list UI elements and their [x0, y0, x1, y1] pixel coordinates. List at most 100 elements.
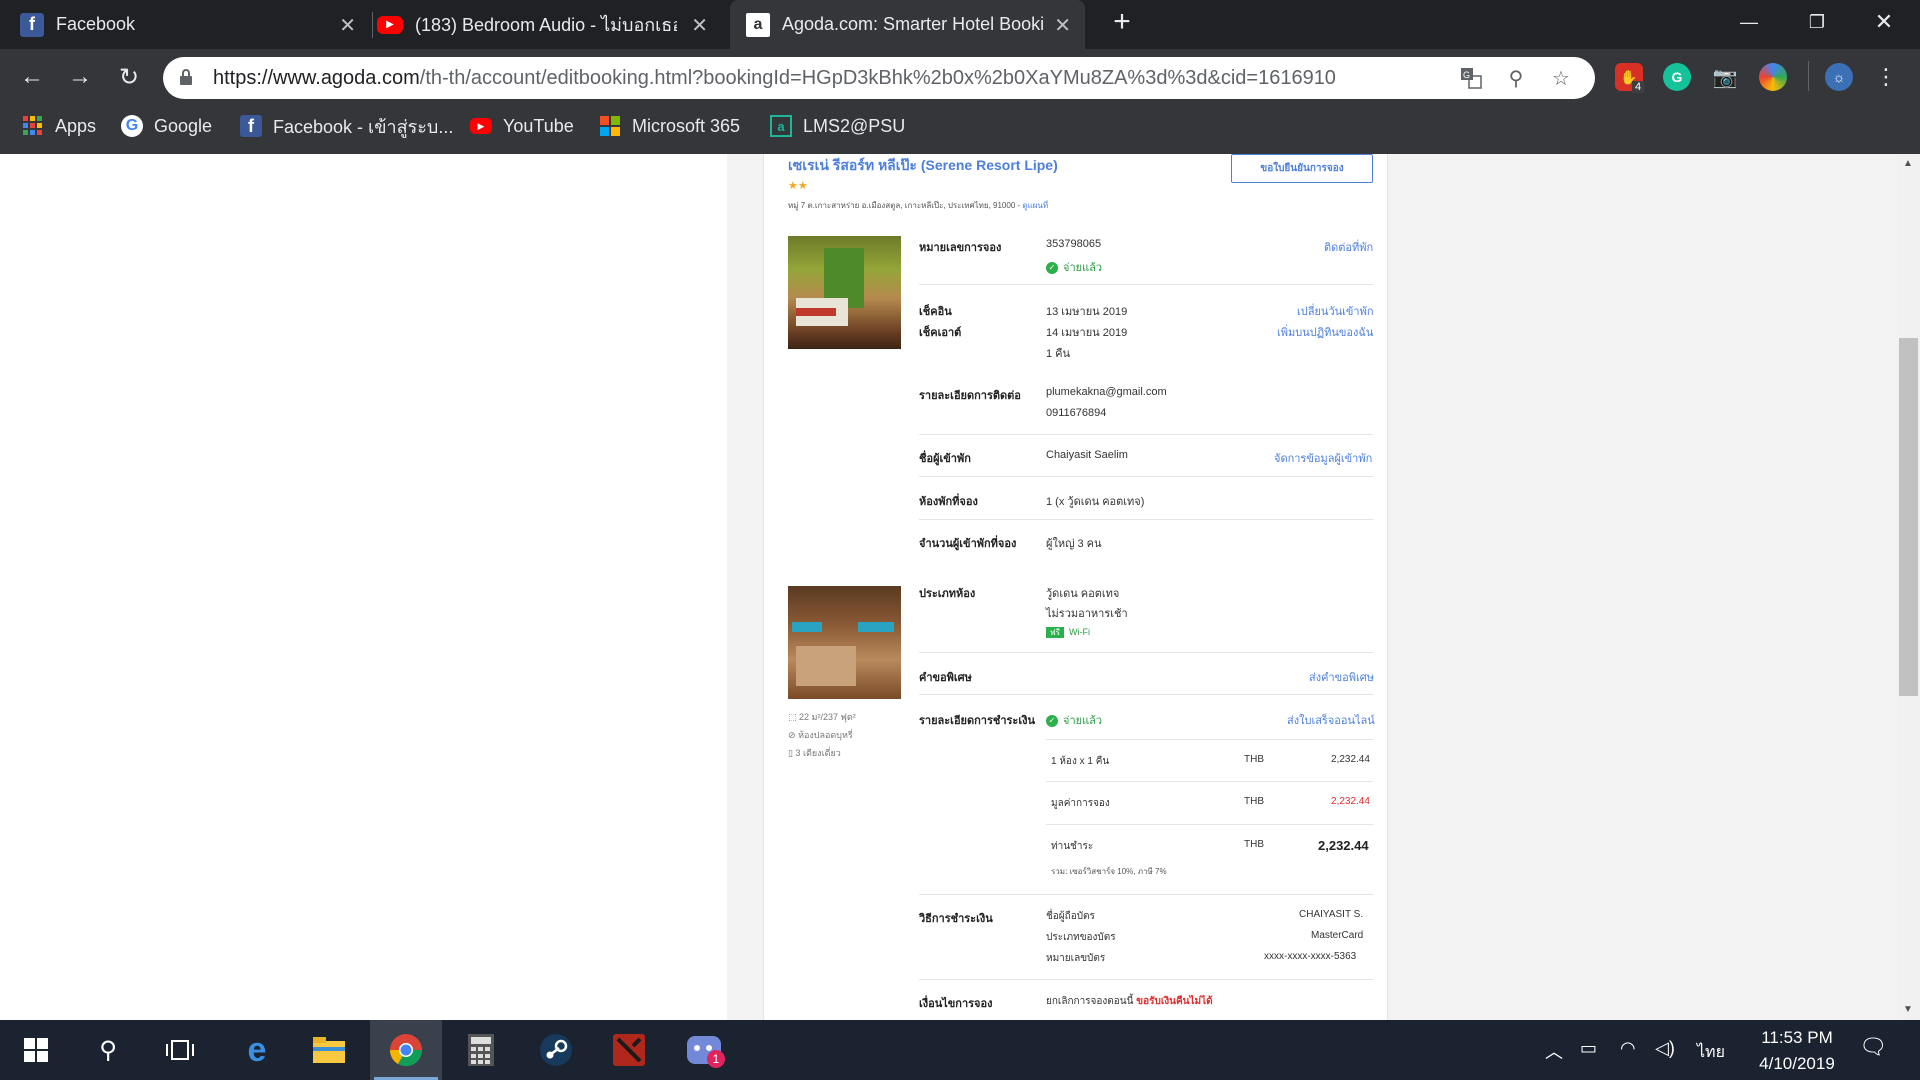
facebook-icon: f	[240, 115, 262, 137]
bookmarks-bar: Apps G Google f Facebook - เข้าสู่ระบ...…	[0, 107, 1920, 154]
tab-youtube[interactable]: ▶ (183) Bedroom Audio - ไม่บอกเธอ ✕	[377, 0, 722, 49]
show-hidden-icons-icon[interactable]: ︿	[1545, 1038, 1563, 1064]
map-link[interactable]: ดูแผนที่	[1022, 201, 1048, 210]
contact-email: plumekakna@gmail.com	[1046, 386, 1167, 398]
address-bar[interactable]: https://www.agoda.com/th-th/account/edit…	[163, 57, 1595, 99]
scroll-down-arrow[interactable]: ▼	[1903, 1004, 1913, 1015]
start-button[interactable]	[0, 1020, 72, 1080]
facebook-icon: f	[20, 12, 44, 37]
add-to-calendar-link[interactable]: เพิ่มบนปฏิทินของฉัน	[1277, 323, 1373, 341]
online-receipt-link[interactable]: ส่งใบเสร็จออนไลน์	[1287, 711, 1375, 729]
restore-button[interactable]: ❐	[1787, 0, 1847, 44]
browser-tab-strip: f Facebook ✕ ▶ (183) Bedroom Audio - ไม่…	[0, 0, 1920, 49]
room-type-label: ประเภทห้อง	[919, 588, 976, 600]
bookmark-label: Apps	[55, 115, 97, 136]
calculator-icon[interactable]	[445, 1020, 517, 1080]
browser-toolbar: ← → ↻ https://www.agoda.com/th-th/accoun…	[0, 49, 1920, 107]
hotel-room-photo[interactable]	[788, 236, 901, 349]
bookmark-label: YouTube	[503, 115, 574, 136]
you-paid-label: ท่านชำระ	[1051, 841, 1094, 852]
zoom-icon[interactable]: ⚲	[1503, 65, 1529, 91]
lock-icon	[179, 68, 193, 86]
check-circle-icon: ✓	[1046, 715, 1058, 728]
extension-colorful-icon[interactable]	[1759, 63, 1787, 91]
price-line-label: 1 ห้อง x 1 คืน	[1051, 756, 1110, 767]
bookmark-star-icon[interactable]: ☆	[1548, 65, 1574, 91]
close-tab-icon[interactable]: ✕	[691, 13, 708, 38]
bookmark-apps[interactable]: Apps	[22, 107, 96, 145]
rooms-booked: 1 (x วู้ดเดน คอตเทจ)	[1046, 496, 1145, 508]
minimize-button[interactable]: —	[1719, 0, 1779, 44]
contact-property-link[interactable]: ติดต่อที่พัก	[1324, 238, 1373, 256]
close-tab-icon[interactable]: ✕	[339, 13, 356, 38]
checkout-date: 14 เมษายน 2019	[1046, 327, 1128, 339]
url-text: https://www.agoda.com/th-th/account/edit…	[213, 67, 1336, 89]
page-viewport: เซเรเน่ รีสอร์ท หลีเป๊ะ (Serene Resort L…	[0, 154, 1920, 1020]
tab-title: Facebook	[56, 14, 136, 34]
close-window-button[interactable]: ✕	[1854, 0, 1914, 44]
steam-icon[interactable]	[520, 1020, 592, 1080]
menu-kebab-icon[interactable]: ⋮	[1868, 59, 1904, 95]
special-request-label: คำขอพิเศษ	[919, 672, 972, 684]
payment-details-label: รายละเอียดการชำระเงิน	[919, 715, 1035, 727]
chrome-taskbar-button[interactable]	[370, 1020, 442, 1080]
clock-date[interactable]: 4/10/2019	[1742, 1054, 1852, 1074]
booking-value-amount: 2,232.44	[1331, 796, 1370, 807]
checkin-date: 13 เมษายน 2019	[1046, 306, 1128, 318]
request-confirmation-button[interactable]: ขอใบยืนยันการจอง	[1231, 154, 1373, 183]
room-type: วู้ดเดน คอตเทจ	[1046, 588, 1120, 600]
battery-icon[interactable]: ▭	[1580, 1038, 1597, 1059]
clock-time[interactable]: 11:53 PM	[1742, 1028, 1852, 1048]
bookmark-microsoft365[interactable]: Microsoft 365	[599, 107, 740, 145]
youtube-icon: ▶	[377, 15, 403, 34]
scroll-up-arrow[interactable]: ▲	[1903, 158, 1913, 169]
task-view-icon[interactable]	[144, 1020, 216, 1080]
scrollbar-thumb[interactable]	[1899, 338, 1918, 696]
card-type: MasterCard	[1311, 930, 1364, 941]
microsoft-icon	[599, 115, 621, 137]
camera-icon[interactable]: 📷	[1711, 63, 1739, 91]
file-explorer-icon[interactable]	[293, 1020, 365, 1080]
cardholder: CHAIYASIT S.	[1299, 909, 1364, 920]
search-icon[interactable]: ⚲	[72, 1020, 144, 1080]
back-button[interactable]: ←	[14, 59, 50, 95]
room-type-photo[interactable]	[788, 586, 901, 699]
special-request-link[interactable]: ส่งคำขอพิเศษ	[1309, 668, 1374, 686]
change-dates-link[interactable]: เปลี่ยนวันเข้าพัก	[1297, 302, 1374, 320]
tab-title: Agoda.com: Smarter Hotel Booki	[782, 14, 1045, 34]
no-smoking-icon: ⊘	[788, 730, 796, 740]
translate-icon[interactable]: G	[1458, 65, 1484, 91]
forward-button[interactable]: →	[62, 59, 98, 95]
discord-badge: 1	[707, 1050, 725, 1068]
volume-icon[interactable]: ◁)	[1655, 1038, 1675, 1059]
dota2-icon[interactable]	[593, 1020, 665, 1080]
profile-avatar[interactable]: ☼	[1825, 63, 1853, 91]
payment-method-label: วิธีการชำระเงิน	[919, 913, 993, 925]
payment-status: ✓ จ่ายแล้ว	[1046, 711, 1102, 729]
bookmark-youtube[interactable]: ▶ YouTube	[470, 107, 574, 145]
input-language[interactable]: ไทย	[1697, 1040, 1725, 1065]
bookmark-facebook[interactable]: f Facebook - เข้าสู่ระบ...	[240, 107, 453, 145]
tab-title: (183) Bedroom Audio - ไม่บอกเธอ	[415, 15, 677, 35]
paid-status: ✓ จ่ายแล้ว	[1046, 258, 1102, 276]
discord-icon[interactable]: 1	[668, 1020, 740, 1080]
bookmark-google[interactable]: G Google	[121, 107, 212, 145]
new-tab-button[interactable]: +	[1100, 0, 1144, 44]
bookmark-lms2[interactable]: a LMS2@PSU	[770, 107, 905, 145]
tab-agoda[interactable]: a Agoda.com: Smarter Hotel Booki ✕	[730, 0, 1085, 49]
tab-facebook[interactable]: f Facebook ✕	[20, 0, 370, 49]
hotel-name[interactable]: เซเรเน่ รีสอร์ท หลีเป๊ะ (Serene Resort L…	[788, 155, 1058, 177]
action-center-icon[interactable]: 🗨	[1859, 1034, 1887, 1060]
guest-name-label: ชื่อผู้เข้าพัก	[919, 453, 971, 465]
lms-icon: a	[770, 115, 792, 137]
booking-number-label: หมายเลขการจอง	[919, 242, 1002, 254]
close-tab-icon[interactable]: ✕	[1054, 13, 1071, 38]
wifi-icon[interactable]: ◠	[1620, 1038, 1636, 1059]
grammarly-icon[interactable]: G	[1663, 63, 1691, 91]
card-number: xxxx-xxxx-xxxx-5363	[1264, 951, 1357, 962]
bookmark-label: LMS2@PSU	[803, 115, 906, 136]
manage-guest-link[interactable]: จัดการข้อมูลผู้เข้าพัก	[1274, 449, 1372, 467]
edge-icon[interactable]: e	[221, 1020, 293, 1080]
extension-badge: 4	[1632, 81, 1645, 93]
reload-button[interactable]: ↻	[111, 59, 147, 95]
